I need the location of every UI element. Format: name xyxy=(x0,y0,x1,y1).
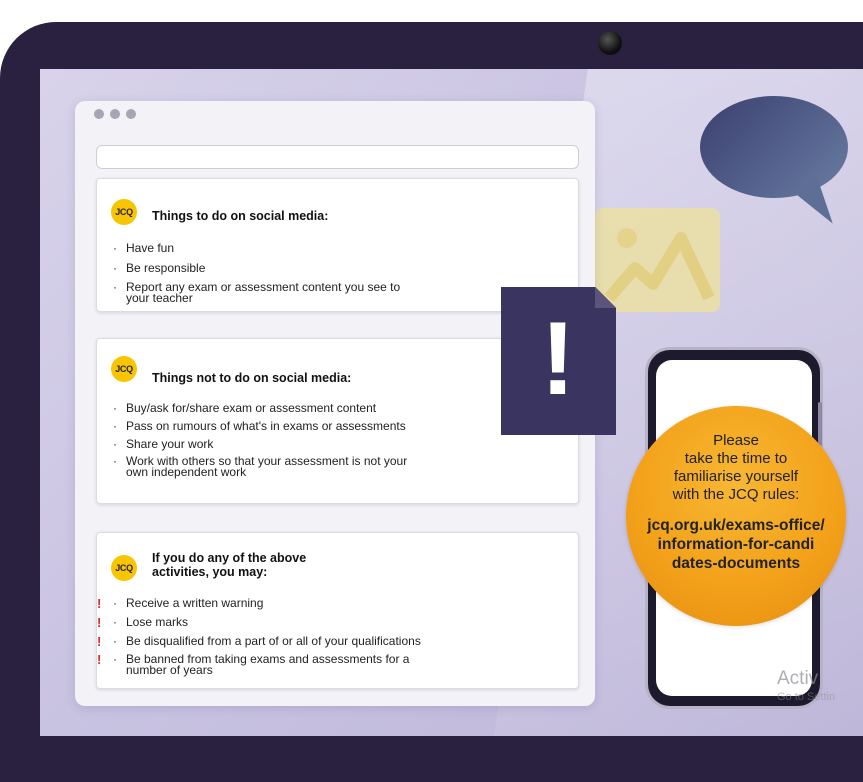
card-title: Things not to do on social media: xyxy=(152,371,352,385)
window-dot xyxy=(110,109,120,119)
list-item-text: Buy/ask for/share exam or assessment con… xyxy=(126,401,377,415)
jcq-url-link[interactable]: jcq.org.uk/exams-office/ information-for… xyxy=(634,516,838,573)
bullet: · xyxy=(113,401,117,415)
bullet: · xyxy=(113,280,117,294)
bullet: · xyxy=(113,454,117,468)
list-item-text: Be banned from taking exams and assessme… xyxy=(126,652,410,677)
bullet: · xyxy=(113,615,117,629)
jcq-logo: JCQ xyxy=(111,199,137,225)
list-item: · Buy/ask for/share exam or assessment co… xyxy=(113,402,407,415)
jcq-logo: JCQ xyxy=(111,356,137,382)
warning-mark-icon: ! xyxy=(97,634,102,649)
dont-list: · Buy/ask for/share exam or assessment co… xyxy=(113,402,407,485)
image-mountain xyxy=(604,232,715,302)
window-dot xyxy=(126,109,136,119)
bullet: · xyxy=(113,241,117,255)
do-list: · Have fun · Be responsible · Report any ex… xyxy=(113,242,400,311)
jcq-rules-callout: Please take the time to familiarise your… xyxy=(626,406,846,626)
bullet: · xyxy=(113,437,117,451)
list-item: ! · Lose marks xyxy=(97,615,421,630)
exclamation-icon: ! xyxy=(540,301,576,417)
list-item: · Have fun xyxy=(113,242,400,255)
list-item: ! · Be disqualified from a part of or all … xyxy=(97,634,421,649)
list-item-text: Report any exam or assessment content yo… xyxy=(126,280,401,305)
warning-mark-icon: ! xyxy=(97,596,102,611)
warning-mark-icon: ! xyxy=(97,615,102,630)
warning-mark-icon: ! xyxy=(97,652,102,667)
list-item-text: Pass on rumours of what's in exams or as… xyxy=(126,419,406,433)
activation-watermark-sub: Go to Settin xyxy=(777,691,836,703)
image-icon xyxy=(595,208,720,312)
bullet: · xyxy=(113,634,117,648)
speech-bubble-icon xyxy=(700,96,848,198)
card-title: If you do any of the above activities, y… xyxy=(152,551,307,579)
list-item-text: Lose marks xyxy=(126,615,189,629)
window-dot xyxy=(94,109,104,119)
list-item: · Pass on rumours of what's in exams or a… xyxy=(113,420,407,433)
bullet: · xyxy=(113,596,117,610)
bullet: · xyxy=(113,652,117,666)
list-item: · Share your work xyxy=(113,438,407,451)
consequence-list: ! · Receive a written warning ! · Lose marks… xyxy=(97,596,421,683)
window-controls xyxy=(94,109,136,119)
bullet: · xyxy=(113,261,117,275)
list-item-text: Be responsible xyxy=(126,261,206,275)
card-consequences: JCQ If you do any of the above activitie… xyxy=(96,532,579,689)
list-item: ! · Be banned from taking exams and assess… xyxy=(97,652,421,677)
card-title: Things to do on social media: xyxy=(152,209,329,223)
list-item: · Report any exam or assessment content y… xyxy=(113,280,401,305)
bullet: · xyxy=(113,419,117,433)
list-item-text: Share your work xyxy=(126,437,214,451)
activation-watermark: Activ xyxy=(777,668,819,689)
list-item: · Be responsible xyxy=(113,262,400,275)
list-item: ! · Receive a written warning xyxy=(97,596,421,611)
list-item-text: Be disqualified from a part of or all of… xyxy=(126,634,421,648)
list-item-text: Receive a written warning xyxy=(126,596,264,610)
address-bar[interactable] xyxy=(96,145,579,169)
list-item-text: Work with others so that your assessment… xyxy=(126,454,408,479)
list-item: · Work with others so that your assessmen… xyxy=(113,454,408,479)
callout-text: Please take the time to familiarise your… xyxy=(672,432,800,503)
webcam-icon xyxy=(598,31,622,55)
list-item-text: Have fun xyxy=(126,241,175,255)
jcq-logo: JCQ xyxy=(111,555,137,581)
